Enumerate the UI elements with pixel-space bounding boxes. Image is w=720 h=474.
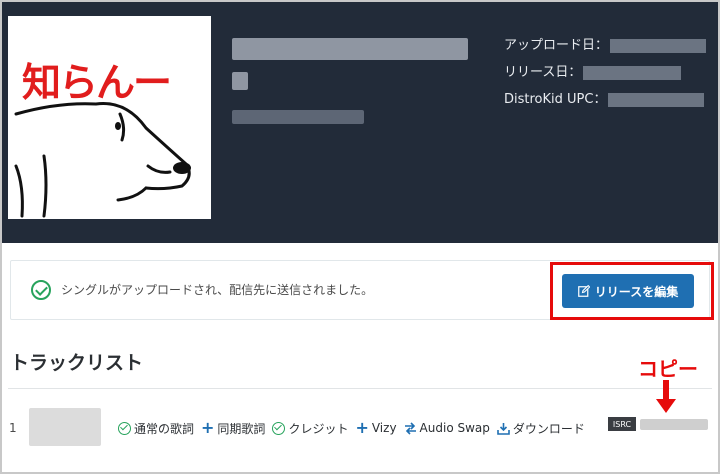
plus-icon: +	[355, 418, 369, 437]
synced-lyrics-label: 同期歌詞	[217, 421, 266, 436]
tracklist-divider	[8, 388, 712, 389]
release-date-label: リリース日：	[504, 65, 582, 80]
download-icon	[497, 422, 510, 435]
isrc-value-redacted[interactable]	[640, 419, 708, 430]
download-link[interactable]: ダウンロード	[497, 420, 585, 437]
audio-swap-link[interactable]: Audio Swap	[404, 421, 490, 435]
isrc-badge: ISRC	[608, 417, 636, 431]
vizy-label: Vizy	[371, 421, 397, 435]
artist-name-redacted	[232, 110, 364, 124]
track-actions: 通常の歌詞 + 同期歌詞 クレジット + Vizy Audio Swap ダウン…	[118, 418, 592, 438]
credits-link[interactable]: クレジット	[272, 420, 348, 437]
cover-art: 知らんー	[8, 16, 211, 219]
edit-icon	[577, 285, 590, 297]
copy-annotation: コピー	[638, 357, 698, 381]
release-title-redacted-line2	[232, 72, 248, 90]
edit-release-label: リリースを編集	[594, 284, 679, 299]
synced-lyrics-link[interactable]: + 同期歌詞	[201, 420, 265, 437]
release-date-row: リリース日：	[504, 61, 706, 85]
upload-date-row: アップロード日：	[504, 34, 707, 58]
upc-row: DistroKid UPC：	[504, 88, 706, 112]
tracklist-title: トラックリスト	[10, 352, 144, 374]
swap-icon	[404, 421, 417, 435]
vizy-link[interactable]: + Vizy	[355, 418, 397, 437]
upload-date-value-redacted	[610, 38, 707, 53]
credits-label: クレジット	[288, 421, 349, 436]
download-label: ダウンロード	[512, 421, 585, 436]
cover-caption: 知らんー	[22, 61, 172, 106]
lyrics-label: 通常の歌詞	[134, 421, 195, 436]
release-meta: アップロード日： リリース日： DistroKid UPC：	[504, 34, 707, 115]
arrow-down-icon	[656, 380, 676, 413]
dog-illustration	[14, 102, 191, 218]
page-frame: 知らんー アップロード日： リリース日： DistroKid UPC： シングル…	[0, 0, 720, 474]
track-number: 1	[9, 421, 17, 435]
success-check-icon	[31, 280, 51, 300]
lyrics-link[interactable]: 通常の歌詞	[118, 420, 194, 437]
release-title-redacted	[232, 38, 468, 60]
release-header: 知らんー アップロード日： リリース日： DistroKid UPC：	[2, 2, 718, 243]
check-circle-icon	[272, 421, 286, 435]
upload-date-label: アップロード日：	[504, 38, 609, 53]
upc-label: DistroKid UPC：	[504, 92, 607, 107]
release-date-value-redacted	[583, 65, 682, 80]
plus-icon: +	[201, 418, 215, 437]
notice-message: シングルがアップロードされ、配信先に送信されました。	[61, 283, 374, 297]
edit-release-button[interactable]: リリースを編集	[562, 274, 694, 308]
track-title-redacted	[29, 408, 101, 446]
check-circle-icon	[118, 421, 131, 435]
upc-value-redacted	[608, 92, 705, 107]
audio-swap-label: Audio Swap	[419, 421, 490, 435]
